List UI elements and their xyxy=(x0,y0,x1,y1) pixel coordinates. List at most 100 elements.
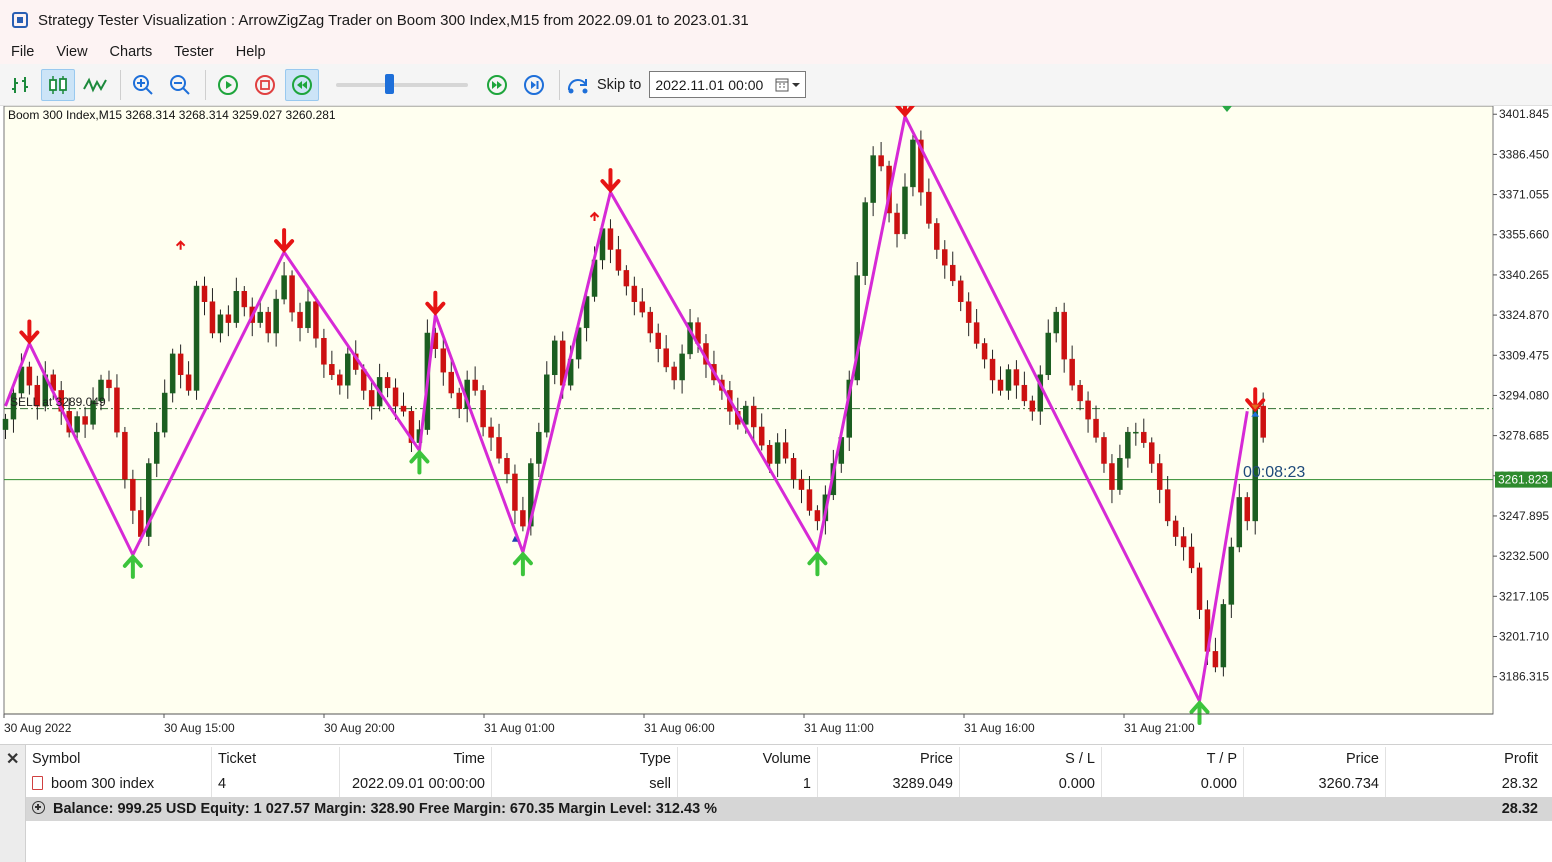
col-ticket[interactable]: Ticket xyxy=(212,747,340,772)
candle-body xyxy=(1053,311,1059,334)
skip-to-icon-button[interactable] xyxy=(565,69,593,101)
menu-help[interactable]: Help xyxy=(225,41,277,63)
x-tick-label: 31 Aug 21:00 xyxy=(1124,721,1195,735)
menu-charts[interactable]: Charts xyxy=(99,41,164,63)
candle-body xyxy=(193,285,200,391)
y-tick-label: 3278.685 xyxy=(1499,429,1549,443)
candle-body xyxy=(790,458,797,480)
skip-to-date-value[interactable]: 2022.11.01 00:00 xyxy=(655,77,763,93)
candle-body xyxy=(1148,442,1155,464)
skip-to-label: Skip to xyxy=(597,76,642,93)
candle-body xyxy=(153,431,160,464)
candle-body xyxy=(551,340,558,376)
candle-body xyxy=(177,353,184,376)
y-tick-label: 3294.080 xyxy=(1499,388,1549,402)
order-icon xyxy=(32,776,43,790)
chart-area[interactable]: 3401.845 3386.450 3371.055 3355.660 3340.265… xyxy=(0,106,1552,742)
col-price[interactable]: Price xyxy=(818,747,960,772)
skip-to-end-button[interactable] xyxy=(517,69,551,101)
menu-tester[interactable]: Tester xyxy=(163,41,225,63)
skip-end-icon xyxy=(524,74,544,95)
trade-row[interactable]: boom 300 index 4 2022.09.01 00:00:00 sel… xyxy=(26,772,1552,797)
menu-file[interactable]: File xyxy=(0,41,45,63)
trade-profit: 28.32 xyxy=(1501,776,1538,792)
col-sl[interactable]: S / L xyxy=(960,747,1102,772)
candle-body xyxy=(1109,463,1115,490)
menu-view[interactable]: View xyxy=(45,41,98,63)
col-current-price[interactable]: Price xyxy=(1244,747,1386,772)
candle-body xyxy=(185,374,192,391)
title-bar: Strategy Tester Visualization : ArrowZig… xyxy=(0,0,1552,40)
stop-button[interactable] xyxy=(248,69,282,101)
toolbar-separator xyxy=(559,69,560,100)
col-tp[interactable]: T / P xyxy=(1102,747,1244,772)
speed-up-button[interactable] xyxy=(480,69,514,101)
trade-ticket: 4 xyxy=(212,772,340,797)
candle-body xyxy=(130,478,136,511)
trade-price: 3289.049 xyxy=(818,772,960,797)
balance-summary-text: Balance: 999.25 USD Equity: 1 027.57 Mar… xyxy=(53,801,718,817)
candle-body xyxy=(1236,497,1243,548)
col-profit[interactable]: Profit xyxy=(1386,747,1544,772)
bar-chart-button[interactable] xyxy=(4,69,38,101)
candle-body xyxy=(1180,536,1187,548)
line-chart-button[interactable] xyxy=(78,69,112,101)
balance-row[interactable]: Balance: 999.25 USD Equity: 1 027.57 Mar… xyxy=(26,797,1552,821)
trade-volume: 1 xyxy=(678,772,818,797)
candle-body xyxy=(265,311,271,334)
x-tick-label: 31 Aug 16:00 xyxy=(964,721,1035,735)
candle-body xyxy=(806,489,813,511)
x-tick-label: 30 Aug 20:00 xyxy=(324,721,395,735)
candle-body xyxy=(631,285,638,302)
candle-body xyxy=(225,314,232,323)
candle-body xyxy=(607,228,614,250)
calendar-dropdown[interactable] xyxy=(775,78,805,92)
expand-icon[interactable] xyxy=(32,801,45,814)
candle-body xyxy=(496,437,502,459)
price-chart[interactable]: 3401.845 3386.450 3371.055 3355.660 3340.265… xyxy=(0,106,1552,742)
col-time[interactable]: Time xyxy=(340,747,492,772)
col-volume[interactable]: Volume xyxy=(678,747,818,772)
candle-body xyxy=(1093,418,1099,438)
candle-body xyxy=(647,311,654,334)
close-icon[interactable]: ✕ xyxy=(6,749,19,769)
candle-body xyxy=(1021,384,1028,402)
candle-body xyxy=(305,301,311,329)
balance-profit: 28.32 xyxy=(1501,801,1538,817)
slow-down-button[interactable] xyxy=(285,68,319,101)
candle-body xyxy=(281,275,287,300)
fast-forward-icon xyxy=(487,74,507,95)
zoom-in-button[interactable] xyxy=(126,69,160,101)
zoom-out-button[interactable] xyxy=(163,69,197,101)
candle-body xyxy=(934,223,940,250)
y-tick-label: 3247.895 xyxy=(1499,509,1549,523)
countdown-timer: 00:08:23 xyxy=(1243,464,1305,481)
candle-body xyxy=(997,379,1004,391)
candle-body xyxy=(400,405,407,412)
y-tick-label: 3201.710 xyxy=(1499,629,1549,643)
candle-body xyxy=(392,387,399,407)
candle-body xyxy=(973,322,980,344)
trade-table-header: Symbol Ticket Time Type Volume Price S /… xyxy=(26,747,1552,772)
candle-body xyxy=(1045,332,1052,376)
zoom-out-icon xyxy=(170,74,190,95)
candle-body xyxy=(750,405,757,428)
trade-sl: 0.000 xyxy=(960,772,1102,797)
candle-body xyxy=(679,353,685,381)
order-line-label: SELL at 3289.049 xyxy=(10,395,106,409)
skip-to-date-picker[interactable]: 2022.11.01 00:00 xyxy=(649,71,807,98)
candlestick-button[interactable] xyxy=(41,68,75,101)
candle-body xyxy=(480,390,486,428)
candle-body xyxy=(217,314,224,334)
candle-body xyxy=(782,442,789,459)
col-type[interactable]: Type xyxy=(492,747,678,772)
x-tick-label: 30 Aug 15:00 xyxy=(164,721,235,735)
candle-body xyxy=(74,416,80,433)
speed-slider-thumb[interactable] xyxy=(385,73,395,94)
speed-slider[interactable] xyxy=(336,73,468,94)
window-title: Strategy Tester Visualization : ArrowZig… xyxy=(38,11,749,29)
play-button[interactable] xyxy=(211,69,245,101)
candle-body xyxy=(1220,604,1227,668)
candle-body xyxy=(289,275,295,313)
col-symbol[interactable]: Symbol xyxy=(26,747,212,772)
